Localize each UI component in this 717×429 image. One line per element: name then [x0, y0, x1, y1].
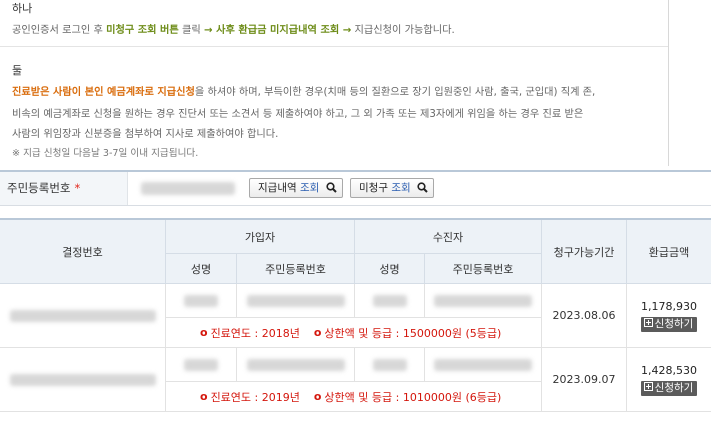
care-year: 진료연도 : 2019년: [210, 390, 300, 404]
guide-section-2-line-2: 비속의 예금계좌로 신청을 원하는 경우 진단서 또는 소견서 등 제출하여야 …: [12, 109, 584, 120]
refund-amount: 1,428,530: [641, 363, 697, 377]
table-row-2-decision-no: [0, 348, 166, 412]
table-row-2-care-info: o 진료연도 : 2019년 o 상한액 및 등급 : 1010000원 (6등급): [166, 382, 542, 412]
resident-number-label: 주민등록번호 *: [0, 172, 128, 205]
guide-section-1-title: 하나: [12, 2, 33, 15]
guide-section-2-title: 둘: [12, 64, 23, 77]
resident-number-label-text: 주민등록번호: [7, 181, 71, 195]
bullet: o: [200, 326, 208, 339]
guide-text-unclaimed-button-hint: 미청구 조회 버튼: [106, 25, 179, 36]
guide-text-part: 공인인증서 로그인 후: [12, 25, 107, 36]
masked-name: [184, 294, 218, 307]
table-row-2-claim-deadline: 2023.09.07: [542, 348, 627, 412]
guide-payment-note: ※ 지급 신청일 다음날 3-7일 이내 지급됩니다.: [12, 148, 199, 159]
table-row-2-patient-resident-no: [425, 348, 542, 382]
masked-resident-no: [246, 294, 345, 307]
limit-and-grade: 상한액 및 등급 : 1010000원 (6등급): [324, 390, 502, 404]
magnifier-icon: [417, 181, 428, 193]
table-row-2-subscriber-name: [166, 348, 237, 382]
masked-resident-no: [246, 358, 345, 371]
refund-amount: 1,178,930: [641, 299, 697, 313]
table-row-1-claim-deadline: 2023.08.06: [542, 284, 627, 348]
paid-history-label: 지급내역: [258, 182, 300, 194]
masked-name: [184, 358, 218, 371]
resident-number-row: 주민등록번호 * 지급내역 조회 미청구 조회: [0, 170, 711, 206]
guide-box: 하나 공인인증서 로그인 후 미청구 조회 버튼 클릭 → 사후 환급금 미지급…: [0, 0, 669, 166]
header-patient: 수진자: [355, 220, 542, 254]
masked-resident-no: [434, 294, 532, 307]
apply-button[interactable]: 신청하기: [640, 380, 698, 396]
guide-section-2: 둘 진료받은 사람이 본인 예금계좌로 지급신청을 하셔야 하며, 부득이한 경…: [0, 50, 668, 166]
masked-resident-no: [434, 358, 532, 371]
table-row-1-subscriber-resident-no: [237, 284, 355, 318]
guide-section-1-text: 공인인증서 로그인 후 미청구 조회 버튼 클릭 → 사후 환급금 미지급내역 …: [12, 21, 455, 36]
table-row-2-subscriber-resident-no: [237, 348, 355, 382]
resident-number-masked-value: [141, 182, 235, 195]
care-year: 진료연도 : 2018년: [210, 326, 300, 340]
header-refund-amount: 환급금액: [627, 220, 711, 284]
bullet: o: [200, 390, 208, 403]
plus-box-icon: [643, 318, 653, 327]
guide-own-account-highlight: 진료받은 사람이 본인 예금계좌로 지급신청: [12, 87, 195, 98]
masked-name: [372, 294, 407, 307]
paid-history-label-blue: 조회: [299, 182, 320, 194]
table-row-2-patient-name: [355, 348, 425, 382]
header-decision-no: 결정번호: [0, 220, 166, 284]
guide-text-part: 지급신청이 가능합니다.: [351, 25, 455, 36]
limit-and-grade: 상한액 및 등급 : 1500000원 (5등급): [324, 326, 502, 340]
table-row-1-decision-no: [0, 284, 166, 348]
unclaimed-label-blue: 조회: [391, 182, 411, 194]
table-row-1-subscriber-name: [166, 284, 237, 318]
paid-history-search-button[interactable]: 지급내역 조회: [249, 178, 343, 198]
table-row-1-patient-resident-no: [425, 284, 542, 318]
masked-name: [372, 358, 407, 371]
bullet: o: [313, 390, 322, 403]
table-row-1-care-info: o 진료연도 : 2018년 o 상한액 및 등급 : 1500000원 (5등급): [166, 318, 542, 348]
guide-section-2-line-1: 진료받은 사람이 본인 예금계좌로 지급신청을 하셔야 하며, 부득이한 경우(…: [12, 83, 595, 98]
guide-text-flow-hint: → 사후 환급금 미지급내역 조회 →: [204, 25, 352, 36]
table-row-2-refund: 1,428,530 신청하기: [627, 348, 711, 412]
header-subscriber-name: 성명: [166, 254, 237, 284]
header-patient-resident-no: 주민등록번호: [425, 254, 542, 284]
apply-button[interactable]: 신청하기: [640, 316, 698, 332]
bullet: o: [313, 326, 322, 339]
header-claim-period: 청구가능기간: [542, 220, 627, 284]
required-mark: *: [74, 181, 81, 195]
header-patient-name: 성명: [355, 254, 425, 284]
table-row-1-refund: 1,178,930 신청하기: [627, 284, 711, 348]
header-subscriber-resident-no: 주민등록번호: [237, 254, 355, 284]
guide-section-1: 하나 공인인증서 로그인 후 미청구 조회 버튼 클릭 → 사후 환급금 미지급…: [0, 0, 668, 47]
table-row-1-patient-name: [355, 284, 425, 318]
header-subscriber: 가입자: [166, 220, 355, 254]
apply-button-label: 신청하기: [654, 381, 694, 394]
guide-text-part: 클릭: [178, 25, 205, 36]
masked-decision-no: [9, 309, 156, 322]
apply-button-label: 신청하기: [654, 317, 694, 330]
magnifier-icon: [326, 181, 337, 193]
guide-section-2-line-3: 사람의 위임장과 신분증을 첨부하여 지사로 제출하여야 합니다.: [12, 129, 279, 140]
unclaimed-label: 미청구: [359, 182, 392, 194]
unclaimed-search-button[interactable]: 미청구 조회: [350, 178, 434, 198]
masked-decision-no: [9, 373, 156, 386]
plus-box-icon: [643, 382, 653, 391]
guide-line-text: 을 하셔야 하며, 부득이한 경우(치매 등의 질환으로 장기 입원중인 사람,…: [194, 87, 596, 98]
